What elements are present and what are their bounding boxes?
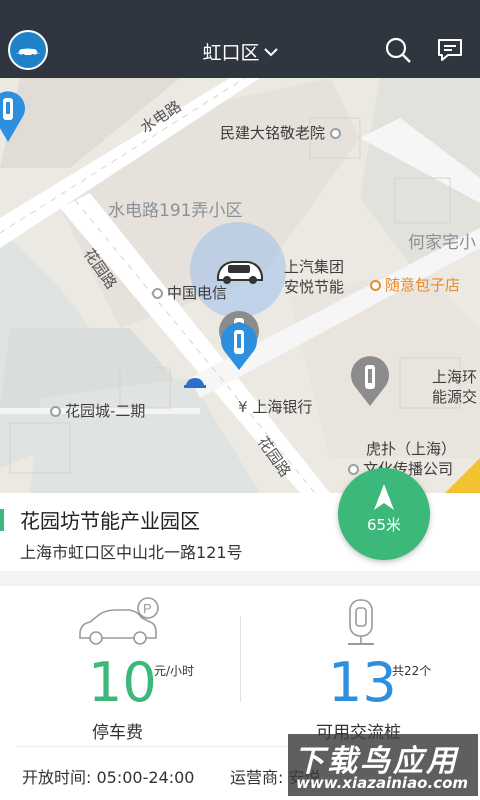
- poi-saic[interactable]: 上汽集团: [284, 256, 344, 277]
- current-location-car-icon: [214, 256, 266, 290]
- parking-marker-icon: [184, 374, 206, 393]
- parking-fee-section: P 10 元/小时 停车费: [0, 586, 240, 743]
- poi-dot-icon: [329, 128, 341, 139]
- poi-dot-icon: [370, 280, 381, 291]
- poi-label: 花园城-二期: [65, 402, 146, 420]
- top-bar: 虹口区: [0, 0, 480, 78]
- yen-icon: ¥: [238, 398, 253, 416]
- poi-label: 民建大铭敬老院: [220, 124, 326, 142]
- app-screen: 虹口区 水电路 花园路 花园路 民建大铭敬老院 水电路191弄小区 何家宅小 中…: [0, 0, 480, 800]
- svg-text:P: P: [143, 601, 152, 616]
- poi-dot-icon: [152, 288, 163, 299]
- opening-hours: 开放时间: 05:00-24:00: [22, 768, 195, 787]
- distance-label: 65米: [366, 516, 402, 534]
- area-label-shuidian-191: 水电路191弄小区: [108, 201, 243, 221]
- poi-label: 随意包子店: [385, 276, 461, 294]
- charging-pile-icon: [348, 599, 374, 645]
- poi-label: 上汽集团: [284, 258, 345, 276]
- poi-shhuan-line1[interactable]: 上海环: [432, 366, 477, 387]
- poi-suiyi[interactable]: 随意包子店: [370, 274, 460, 295]
- station-name: 花园坊节能产业园区: [20, 509, 200, 533]
- station-address: 上海市虹口区中山北一路121号: [20, 543, 243, 562]
- navigate-button[interactable]: 65米: [338, 468, 430, 560]
- poi-hupu-line1[interactable]: 虎扑（上海）: [366, 438, 456, 459]
- poi-dot-icon: [348, 464, 359, 475]
- charging-station-pin-left[interactable]: [0, 88, 28, 148]
- poi-label: 上海银行: [252, 398, 313, 416]
- accent-bar: [0, 509, 4, 531]
- message-icon[interactable]: [436, 36, 464, 64]
- poi-label: 虎扑（上海）: [366, 440, 457, 458]
- poi-huayuan[interactable]: 花园城-二期: [50, 400, 145, 421]
- poi-shhuan-line2[interactable]: 能源交: [432, 386, 477, 407]
- area-label-hejia: 何家宅小: [408, 233, 476, 253]
- charger-availability-section: 13 共22个 可用交流桩: [240, 586, 480, 743]
- parking-fee-unit: 元/小时: [154, 664, 195, 678]
- poi-dot-icon: [50, 406, 61, 417]
- poi-label: 能源交: [432, 388, 478, 406]
- district-label: 虹口区: [202, 42, 260, 64]
- car-parking-icon: P: [79, 597, 159, 645]
- poi-label: 上海环: [432, 368, 478, 386]
- poi-bank[interactable]: ¥ 上海银行: [238, 396, 312, 417]
- poi-label: 安悦节能: [284, 278, 345, 296]
- poi-minjian[interactable]: 民建大铭敬老院: [220, 122, 345, 143]
- watermark-logo: 下载鸟应用 www.xiazainiao.com: [288, 734, 478, 796]
- total-chargers: 共22个: [392, 664, 432, 678]
- search-icon[interactable]: [384, 36, 412, 64]
- available-chargers-value: 13: [328, 651, 397, 714]
- parking-fee-label: 停车费: [92, 723, 143, 743]
- charging-station-pin-selected[interactable]: [218, 322, 260, 376]
- map-view[interactable]: 水电路 花园路 花园路 民建大铭敬老院 水电路191弄小区 何家宅小 中国电信 …: [0, 78, 480, 493]
- poi-anyue[interactable]: 安悦节能: [284, 276, 344, 297]
- watermark-url: www.xiazainiao.com: [296, 774, 469, 792]
- charging-station-pin-grey-2[interactable]: [348, 356, 392, 412]
- navigation-arrow-icon: [374, 484, 394, 510]
- chevron-down-icon: [263, 40, 278, 62]
- parking-fee-value: 10: [88, 651, 157, 714]
